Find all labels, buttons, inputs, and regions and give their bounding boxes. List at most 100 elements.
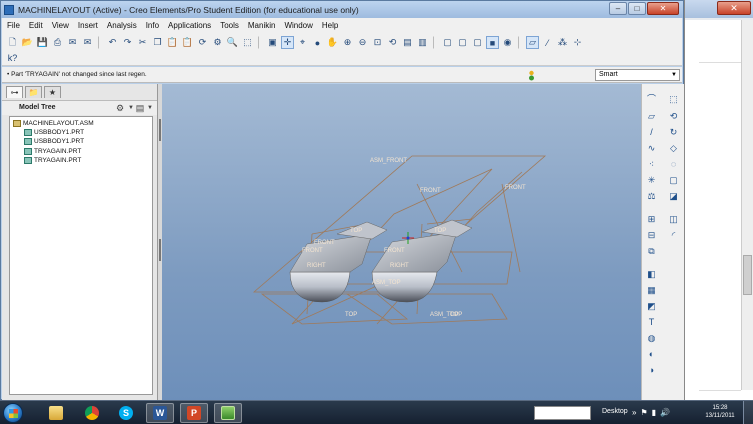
assemble-icon[interactable]: ⊞ [646,214,657,225]
rib-icon[interactable]: ◪ [668,191,679,202]
datum-curve-icon[interactable]: ∿ [646,143,657,154]
shading-icon[interactable]: ■ [486,36,499,49]
menu-tools[interactable]: Tools [220,21,239,30]
title-bar[interactable]: MACHINELAYOUT (Active) - Creo Elements/P… [1,1,683,18]
print-icon[interactable]: ⎙ [51,36,64,49]
menu-file[interactable]: File [7,21,20,30]
sash-grip[interactable] [159,239,161,261]
datum-axis-icon[interactable]: / [646,127,657,138]
favorites-tab[interactable]: ★ [44,86,61,98]
show-desktop-button[interactable] [743,401,753,424]
redo-icon[interactable]: ↷ [121,36,134,49]
assembly-model[interactable]: ASM_FRONT FRONT FRONT FRONT FRONT FRONT … [162,84,641,401]
menu-applications[interactable]: Applications [168,21,211,30]
folder-browser-tab[interactable]: 📁 [25,86,42,98]
extrude-icon[interactable]: ⬚ [668,94,679,105]
tree-item-assembly[interactable]: MACHINELAYOUT.ASM [13,120,94,127]
selection-filter-dropdown[interactable]: Smart ▼ [595,69,680,81]
sketch-icon[interactable]: ⌒ [646,94,657,105]
select-box-icon[interactable]: ⬚ [241,36,254,49]
action-center-icon[interactable]: ⚑ [640,408,647,417]
wireframe-icon[interactable]: ▢ [441,36,454,49]
orient-mode-icon[interactable]: ⌖ [296,36,309,49]
zoom-out-icon[interactable]: ⊖ [356,36,369,49]
hole-icon[interactable]: ◌ [668,159,679,170]
merge-icon[interactable]: ◩ [646,301,657,312]
thicken-icon[interactable]: ◐ [646,349,657,360]
maximize-button[interactable]: □ [628,2,646,15]
menu-edit[interactable]: Edit [29,21,43,30]
paste-icon[interactable]: 📋 [166,36,179,49]
pattern-icon[interactable]: ▦ [646,285,657,296]
menu-analysis[interactable]: Analysis [107,21,137,30]
network-icon[interactable]: ▮ [652,408,656,417]
tree-item-part[interactable]: USBBODY1.PRT [24,129,84,136]
taskbar-app-word[interactable]: W [146,403,174,423]
blend-icon[interactable]: ◇ [668,143,679,154]
menu-manikin[interactable]: Manikin [248,21,276,30]
menu-help[interactable]: Help [322,21,338,30]
scrollbar-thumb[interactable] [743,255,752,295]
model-tree-tab[interactable]: ⊶ [6,86,23,98]
undo-icon[interactable]: ↶ [106,36,119,49]
saved-views-icon[interactable]: ▤ [401,36,414,49]
regenerate-icon[interactable]: ⟳ [196,36,209,49]
hidden-line-icon[interactable]: ▢ [456,36,469,49]
datum-point-icon[interactable]: ⁖ [646,159,657,170]
csys-icon[interactable]: ✳ [646,175,657,186]
taskbar-address-input[interactable] [534,406,591,420]
copy-icon[interactable]: ❐ [151,36,164,49]
taskbar-app-explorer[interactable] [42,403,70,423]
menu-view[interactable]: View [52,21,69,30]
menu-insert[interactable]: Insert [78,21,98,30]
email-icon[interactable]: ✉ [66,36,79,49]
chevron-down-icon[interactable]: ▼ [144,102,156,114]
mirror-icon[interactable]: ◧ [646,269,657,280]
datum-axes-icon[interactable]: ⁄ [541,36,554,49]
no-hidden-icon[interactable]: ▢ [471,36,484,49]
spin-center-icon[interactable]: ✛ [281,36,294,49]
datum-plane-icon[interactable]: ▱ [646,111,657,122]
save-icon[interactable]: 💾 [36,36,49,49]
volume-icon[interactable]: 🔊 [660,408,670,417]
start-button[interactable] [3,403,23,423]
show-hidden-icons-icon[interactable]: » [632,408,636,417]
background-window-close-button[interactable]: ✕ [717,1,751,15]
analysis-icon[interactable]: ⚖ [646,191,657,202]
repaint-icon[interactable]: ▣ [266,36,279,49]
whats-this-icon[interactable]: k? [6,51,19,64]
revolve-icon[interactable]: ⟲ [668,111,679,122]
repeat-icon[interactable]: ⧉ [646,246,657,257]
graphics-window[interactable]: ASM_FRONT FRONT FRONT FRONT FRONT FRONT … [162,84,641,401]
csys-icon[interactable]: ⊹ [571,36,584,49]
tree-item-part[interactable]: TRYAGAIN.PRT [24,157,81,164]
cut-icon[interactable]: ✂ [136,36,149,49]
desktop-toolbar-label[interactable]: Desktop [602,408,628,415]
refit-icon[interactable]: ⊡ [371,36,384,49]
clock[interactable]: 15:28 13/11/2011 [704,404,736,420]
open-file-icon[interactable]: 📂 [21,36,34,49]
solidify-icon[interactable]: ◑ [646,365,657,376]
sash-grip[interactable] [159,119,161,141]
menu-info[interactable]: Info [146,21,159,30]
menu-window[interactable]: Window [284,21,312,30]
tree-item-part[interactable]: TRYAGAIN.PRT [24,148,81,155]
zoom-in-icon[interactable]: ⊕ [341,36,354,49]
appearance-icon[interactable]: ● [311,36,324,49]
trim-icon[interactable]: T [646,317,657,328]
boat-part-left[interactable] [289,221,388,303]
minimize-button[interactable]: – [609,2,627,15]
taskbar-app-powerpoint[interactable]: P [180,403,208,423]
datum-planes-icon[interactable]: ▱ [526,36,539,49]
tree-item-part[interactable]: USBBODY1.PRT [24,138,84,145]
find-icon[interactable]: 🔍 [226,36,239,49]
datum-points-icon[interactable]: ⁂ [556,36,569,49]
paste-special-icon[interactable]: 📋 [181,36,194,49]
taskbar-app-creo[interactable] [214,403,242,423]
shell-icon[interactable]: ▢ [668,175,679,186]
regen-manager-icon[interactable]: ⚙ [211,36,224,49]
background-window-scrollbar[interactable] [741,20,753,390]
layers-icon[interactable]: ▥ [416,36,429,49]
new-file-icon[interactable]: 🗋 [6,36,19,49]
create-component-icon[interactable]: ⊟ [646,230,657,241]
